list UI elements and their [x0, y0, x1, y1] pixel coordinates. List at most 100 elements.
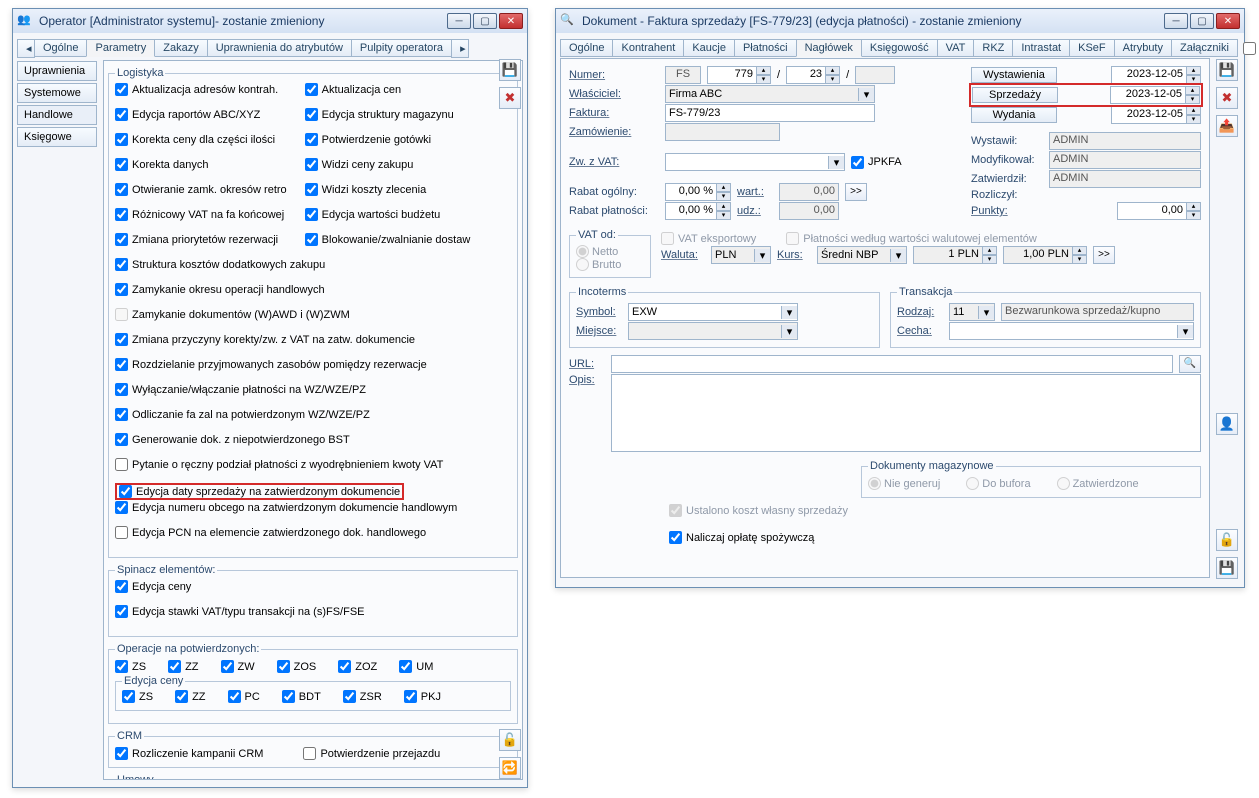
- tab-KSeF[interactable]: KSeF: [1069, 39, 1115, 57]
- chk-log[interactable]: Korekta ceny dla części ilości: [115, 133, 287, 146]
- btn-kurs-expand[interactable]: >>: [1093, 246, 1115, 264]
- combo-cecha[interactable]: ▾: [949, 322, 1194, 340]
- close-button[interactable]: ✕: [1216, 13, 1240, 29]
- chk-spinacz[interactable]: Edycja ceny: [115, 580, 511, 593]
- radio-netto[interactable]: Netto: [576, 245, 644, 258]
- datebtn-Sprzedaży[interactable]: Sprzedaży: [972, 87, 1058, 103]
- combo-kurs[interactable]: Średni NBP▾: [817, 246, 907, 264]
- minimize-button[interactable]: ─: [447, 13, 471, 29]
- chk-op-UM[interactable]: UM: [399, 660, 433, 673]
- chk-log[interactable]: Aktualizacja adresów kontrah.: [115, 83, 287, 96]
- tab-parametry[interactable]: Parametry: [86, 39, 155, 57]
- tab-uprawnienia-atrybutow[interactable]: Uprawnienia do atrybutów: [207, 39, 352, 57]
- refresh-icon[interactable]: 💾: [1216, 557, 1238, 579]
- chk-naliczaj[interactable]: Naliczaj opłatę spożywczą: [669, 531, 1201, 544]
- chk-log[interactable]: Struktura kosztów dodatkowych zakupu: [115, 258, 511, 271]
- user-icon[interactable]: 👤: [1216, 413, 1238, 435]
- chk-op-PC[interactable]: PC: [228, 690, 260, 703]
- save-icon[interactable]: 💾: [499, 59, 521, 81]
- chk-log[interactable]: Widzi koszty zlecenia: [305, 183, 471, 196]
- tab-pulpity[interactable]: Pulpity operatora: [351, 39, 452, 57]
- maximize-button[interactable]: ▢: [473, 13, 497, 29]
- chk-log[interactable]: Widzi ceny zakupu: [305, 158, 471, 171]
- chk-log[interactable]: Korekta danych: [115, 158, 287, 171]
- delete-icon[interactable]: ✖: [1216, 87, 1238, 109]
- chk-spinacz[interactable]: Edycja stawki VAT/typu transakcji na (s)…: [115, 605, 511, 618]
- chk-log[interactable]: Potwierdzenie gotówki: [305, 133, 471, 146]
- sidetab-ksiegowe[interactable]: Księgowe: [17, 127, 97, 147]
- tab-scroll-right[interactable]: ▸: [451, 39, 469, 58]
- chk-log[interactable]: Edycja struktury magazynu: [305, 108, 471, 121]
- radio-brutto[interactable]: Brutto: [576, 258, 644, 271]
- save-icon[interactable]: 💾: [1216, 59, 1238, 81]
- refresh-icon[interactable]: 🔁: [499, 757, 521, 779]
- chk-log[interactable]: Odliczanie fa zal na potwierdzonym WZ/WZ…: [115, 408, 511, 421]
- tab-Atrybuty[interactable]: Atrybuty: [1114, 39, 1172, 57]
- sidetab-handlowe[interactable]: Handlowe: [17, 105, 97, 125]
- maximize-button[interactable]: ▢: [1190, 13, 1214, 29]
- numer-1[interactable]: 779▴▾: [707, 66, 771, 84]
- chk-op-ZS[interactable]: ZS: [115, 660, 146, 673]
- chk-dobufora[interactable]: Do bufora: [1243, 36, 1259, 60]
- combo-waluta[interactable]: PLN▾: [711, 246, 771, 264]
- numer-2[interactable]: 23▴▾: [786, 66, 840, 84]
- chk-jpkfa[interactable]: JPKFA: [851, 156, 902, 169]
- chk-op-ZS[interactable]: ZS: [122, 690, 153, 703]
- chk-log[interactable]: Wyłączanie/włączanie płatności na WZ/WZE…: [115, 383, 511, 396]
- chk-log[interactable]: Zmiana przyczyny korekty/zw. z VAT na za…: [115, 333, 511, 346]
- combo-symbol[interactable]: EXW▾: [628, 303, 798, 321]
- chk-log[interactable]: Edycja wartości budżetu: [305, 208, 471, 221]
- date-Wydania[interactable]: 2023-12-05▴▾: [1111, 106, 1201, 124]
- chk-log[interactable]: Generowanie dok. z niepotwierdzonego BST: [115, 433, 511, 446]
- chk-log[interactable]: Zmiana priorytetów rezerwacji: [115, 233, 287, 246]
- punkty[interactable]: 0,00▴▾: [1117, 202, 1201, 220]
- unlock-icon[interactable]: 🔓: [499, 729, 521, 751]
- tab-Nagłówek[interactable]: Nagłówek: [796, 39, 862, 57]
- combo-miejsce[interactable]: ▾: [628, 322, 798, 340]
- inp-url[interactable]: [611, 355, 1173, 373]
- chk-op-ZZ[interactable]: ZZ: [168, 660, 198, 673]
- chk-op-ZSR[interactable]: ZSR: [343, 690, 382, 703]
- chk-log[interactable]: Edycja raportów ABC/XYZ: [115, 108, 287, 121]
- chk-op-ZZ[interactable]: ZZ: [175, 690, 205, 703]
- tab-VAT[interactable]: VAT: [937, 39, 975, 57]
- minimize-button[interactable]: ─: [1164, 13, 1188, 29]
- combo-wlasciciel[interactable]: Firma ABC▾: [665, 85, 875, 103]
- chk-log[interactable]: Otwieranie zamk. okresów retro: [115, 183, 287, 196]
- datebtn-Wystawienia[interactable]: Wystawienia: [971, 67, 1057, 83]
- chk-op-ZOZ[interactable]: ZOZ: [338, 660, 377, 673]
- tab-Intrastat[interactable]: Intrastat: [1012, 39, 1070, 57]
- combo-zwvat[interactable]: ▾: [665, 153, 845, 171]
- textarea-opis[interactable]: [611, 374, 1201, 452]
- chk-log[interactable]: Aktualizacja cen: [305, 83, 471, 96]
- rabat1[interactable]: 0,00 %▴▾: [665, 183, 731, 201]
- chk-log[interactable]: Rozdzielanie przyjmowanych zasobów pomię…: [115, 358, 511, 371]
- kurs-val1[interactable]: 1 PLN▴▾: [913, 246, 997, 264]
- datebtn-Wydania[interactable]: Wydania: [971, 107, 1057, 123]
- lock-icon[interactable]: 🔓: [1216, 529, 1238, 551]
- chk-crm-rozliczenie[interactable]: Rozliczenie kampanii CRM: [115, 747, 263, 760]
- chk-op-BDT[interactable]: BDT: [282, 690, 321, 703]
- chk-log[interactable]: Pytanie o ręczny podział płatności z wyo…: [115, 458, 511, 471]
- kurs-val2[interactable]: 1,00 PLN▴▾: [1003, 246, 1087, 264]
- btn-url-browse[interactable]: 🔍: [1179, 355, 1201, 373]
- sidetab-uprawnienia[interactable]: Uprawnienia: [17, 61, 97, 81]
- tab-ogolne[interactable]: Ogólne: [34, 39, 87, 57]
- chk-log[interactable]: Blokowanie/zwalnianie dostaw: [305, 233, 471, 246]
- tab-RKZ[interactable]: RKZ: [973, 39, 1013, 57]
- chk-op-ZW[interactable]: ZW: [221, 660, 255, 673]
- close-button[interactable]: ✕: [499, 13, 523, 29]
- date-Wystawienia[interactable]: 2023-12-05▴▾: [1111, 66, 1201, 84]
- delete-icon[interactable]: ✖: [499, 87, 521, 109]
- inp-faktura[interactable]: [665, 104, 875, 122]
- chk-log[interactable]: Edycja PCN na elemencie zatwierdzonego d…: [115, 526, 511, 539]
- chk-crm-potwierdzenie[interactable]: Potwierdzenie przejazdu: [303, 747, 440, 760]
- chk-log[interactable]: Różnicowy VAT na fa końcowej: [115, 208, 287, 221]
- combo-rodzaj[interactable]: 11▾: [949, 303, 995, 321]
- tab-Ogólne[interactable]: Ogólne: [560, 39, 613, 57]
- sidetab-systemowe[interactable]: Systemowe: [17, 83, 97, 103]
- rabat2[interactable]: 0,00 %▴▾: [665, 202, 731, 220]
- tab-zakazy[interactable]: Zakazy: [154, 39, 207, 57]
- chk-op-PKJ[interactable]: PKJ: [404, 690, 441, 703]
- btn-expand1[interactable]: >>: [845, 183, 867, 201]
